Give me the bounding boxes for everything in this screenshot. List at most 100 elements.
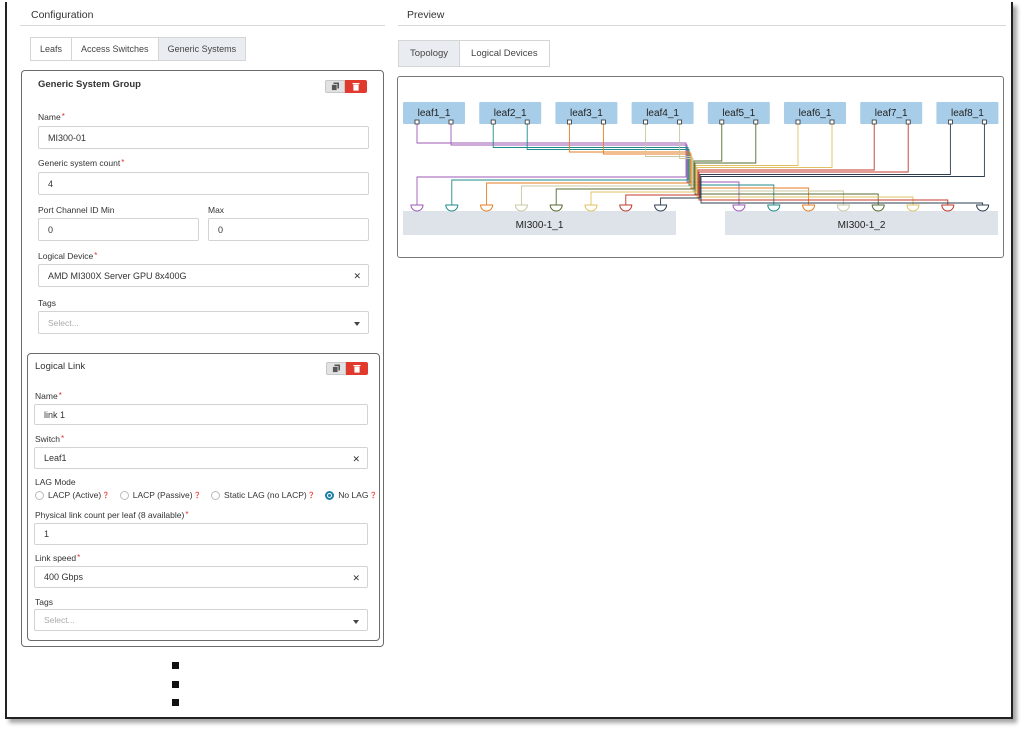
link-speed-label: Link speed*	[35, 553, 81, 563]
system-port	[836, 204, 850, 212]
lag-option-label: LACP (Active)	[48, 490, 102, 500]
system-port	[549, 204, 563, 212]
question-icon: ❓	[193, 492, 202, 499]
clear-x-icon[interactable]: ✕	[352, 454, 360, 465]
tab-leafs[interactable]: Leafs	[31, 38, 73, 60]
generic-system-label: MI300-1_1	[516, 220, 564, 231]
leaf-label: leaf2_1	[494, 108, 527, 119]
port-min-input[interactable]: 0	[38, 218, 199, 241]
leaf-label: leaf3_1	[570, 108, 603, 119]
lag-option-label: No LAG	[338, 490, 369, 500]
link-tags-label: Tags	[35, 597, 53, 607]
logical-device-value: AMD MI300X Server GPU 8x400G	[48, 270, 187, 281]
group-tags-select[interactable]: Select...	[38, 311, 369, 334]
link-line	[486, 124, 691, 205]
system-port	[480, 204, 494, 212]
group-actions	[325, 80, 367, 93]
link-line	[520, 124, 693, 205]
link-tags-placeholder: Select...	[44, 615, 75, 625]
configuration-tabs: Leafs Access Switches Generic Systems	[30, 37, 247, 61]
link-speed-select[interactable]: 400 Gbps ✕	[34, 566, 368, 588]
copy-group-button[interactable]	[325, 80, 345, 93]
leaf-port	[982, 119, 987, 125]
lag-option-static[interactable]: Static LAG (no LACP) ❓	[211, 490, 315, 500]
trash-icon	[353, 365, 361, 373]
group-name-input[interactable]: MI300-01	[38, 126, 369, 149]
link-line	[526, 124, 775, 205]
link-line	[602, 124, 810, 205]
leaf-label: leaf1_1	[418, 108, 451, 119]
lag-option-lacp-passive[interactable]: LACP (Passive) ❓	[119, 490, 202, 500]
lag-option-no-lag[interactable]: No LAG ❓	[325, 490, 377, 500]
leaf-port	[795, 119, 801, 125]
system-port	[654, 204, 668, 212]
leaf-label: leaf6_1	[799, 108, 832, 119]
leaf-port	[719, 119, 725, 125]
leaf-label: leaf5_1	[722, 108, 755, 119]
link-line	[450, 124, 740, 205]
radio-selected-icon[interactable]	[325, 490, 335, 500]
tab-access-switches[interactable]: Access Switches	[72, 38, 159, 60]
tab-logical-devices[interactable]: Logical Devices	[460, 41, 549, 66]
leaf-port	[524, 119, 530, 125]
system-port	[584, 204, 598, 212]
lag-mode-label: LAG Mode	[35, 477, 76, 487]
leaf-port	[643, 119, 649, 125]
question-icon: ❓	[102, 492, 110, 499]
radio-icon[interactable]	[119, 490, 129, 500]
port-max-input[interactable]: 0	[208, 218, 369, 241]
group-title: Generic System Group	[38, 79, 141, 90]
radio-icon[interactable]	[211, 490, 221, 500]
link-line	[700, 124, 985, 205]
lag-option-lacp-active[interactable]: LACP (Active) ❓	[35, 490, 110, 500]
radio-icon[interactable]	[35, 490, 44, 500]
leaf-port	[448, 119, 454, 125]
clear-x-icon[interactable]: ✕	[352, 573, 360, 584]
leaf-port	[566, 119, 572, 125]
system-port	[732, 204, 746, 212]
tab-topology[interactable]: Topology	[399, 41, 461, 66]
group-name-label: Name*	[38, 112, 65, 122]
question-icon: ❓	[307, 492, 316, 499]
port-min-label: Port Channel ID Min	[38, 205, 115, 215]
copy-link-button[interactable]	[326, 362, 346, 375]
switch-select[interactable]: Leaf1 ✕	[34, 447, 368, 469]
leaf-port	[829, 119, 835, 125]
leaf-label: leaf7_1	[875, 108, 908, 119]
logical-device-label: Logical Device*	[38, 251, 98, 261]
topology-canvas: MI300-1_1 MI300-1_2 leaf1_1 leaf2_1 leaf3_1 l…	[397, 76, 1004, 258]
count-input[interactable]: 4	[38, 172, 369, 195]
link-line	[694, 124, 879, 205]
count-label: Generic system count*	[38, 158, 125, 168]
link-tags-select[interactable]: Select...	[34, 609, 368, 631]
system-port	[619, 204, 633, 212]
leaf-port	[871, 119, 877, 125]
switch-value: Leaf1	[44, 453, 67, 463]
chevron-down-icon	[354, 322, 360, 326]
preview-title: Preview	[407, 9, 445, 21]
clear-x-icon[interactable]: ✕	[353, 271, 361, 282]
leaf-label: leaf4_1	[646, 108, 679, 119]
physical-count-input[interactable]: 1	[34, 523, 368, 545]
link-name-input[interactable]: link 1	[34, 404, 368, 425]
link-line	[696, 124, 914, 205]
system-port	[767, 204, 781, 212]
delete-link-button[interactable]	[346, 362, 368, 375]
link-line	[660, 124, 951, 205]
system-port	[514, 204, 528, 212]
preview-tabs: Topology Logical Devices	[398, 40, 550, 67]
switch-label: Switch*	[35, 434, 65, 444]
configuration-divider	[20, 25, 385, 26]
link-line	[698, 124, 949, 205]
tab-generic-systems[interactable]: Generic Systems	[158, 38, 246, 60]
system-port	[445, 204, 459, 212]
logical-device-select[interactable]: AMD MI300X Server GPU 8x400G ✕	[38, 264, 369, 287]
link-line	[679, 124, 844, 205]
ellipsis-dot-2	[172, 681, 179, 688]
ellipsis-dot-3	[172, 699, 179, 706]
lag-mode-radio-group: LACP (Active) ❓ LACP (Passive) ❓ Static LA…	[35, 490, 387, 500]
link-actions	[326, 362, 368, 375]
port-max-label: Max	[208, 205, 225, 215]
chevron-down-icon	[353, 620, 359, 624]
delete-group-button[interactable]	[345, 80, 367, 93]
